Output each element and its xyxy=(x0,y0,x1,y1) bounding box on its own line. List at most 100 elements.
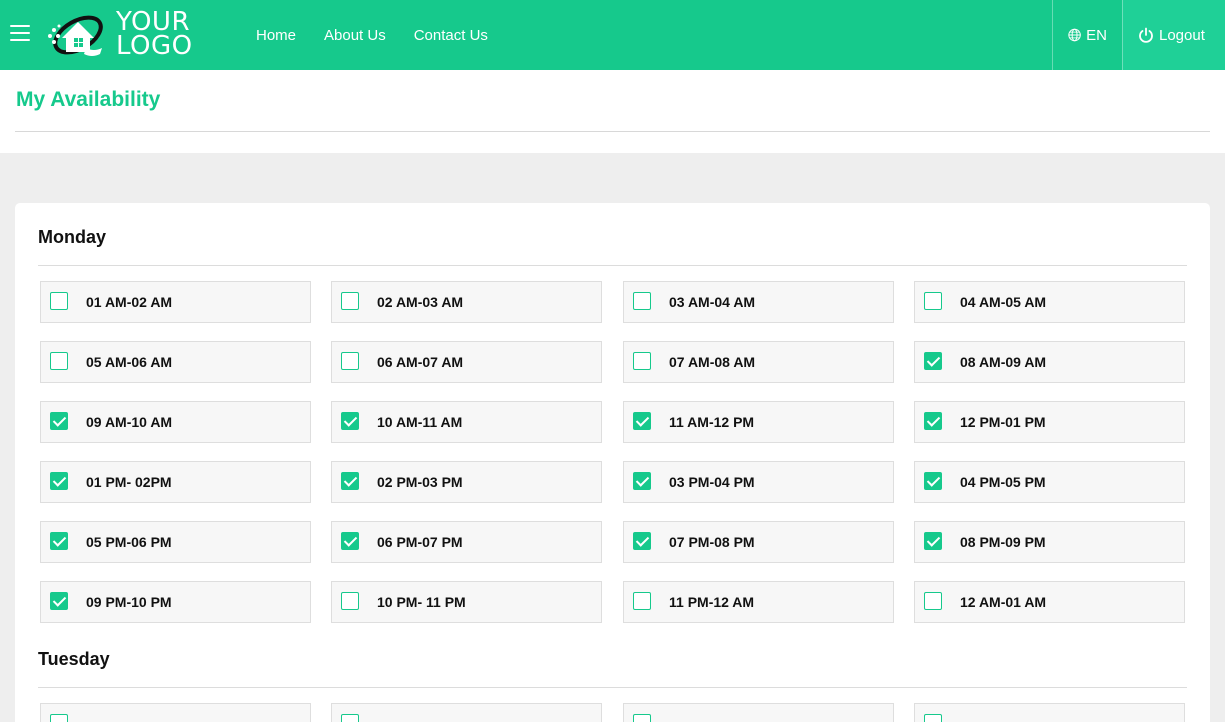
time-slot[interactable]: 06 AM-07 AM xyxy=(331,341,602,383)
header-tools: EN Logout xyxy=(1052,0,1225,70)
time-slot[interactable]: 06 PM-07 PM xyxy=(331,521,602,563)
time-slot[interactable]: 03 PM-04 PM xyxy=(623,461,894,503)
slot-label: 12 PM-01 PM xyxy=(960,414,1046,430)
slot-label: 01 AM-02 AM xyxy=(86,294,173,310)
globe-icon xyxy=(1068,28,1081,42)
slot-label: 05 AM-06 AM xyxy=(86,354,173,370)
time-slot[interactable]: 09 AM-10 AM xyxy=(40,401,311,443)
time-slot[interactable]: 10 AM-11 AM xyxy=(331,401,602,443)
slot-label: 04 PM-05 PM xyxy=(960,474,1046,490)
slot-checkbox[interactable] xyxy=(50,352,68,370)
language-label: EN xyxy=(1086,26,1107,44)
slot-label: 08 PM-09 PM xyxy=(960,534,1046,550)
slot-label: 11 AM-12 PM xyxy=(669,414,755,430)
availability-card: Monday 01 AM-02 AM 02 AM-03 AM 03 AM-04 AM 0… xyxy=(15,203,1210,722)
slot-checkbox[interactable] xyxy=(341,412,359,430)
slot-checkbox[interactable] xyxy=(50,532,68,550)
slot-checkbox[interactable] xyxy=(633,592,651,610)
slot-checkbox[interactable] xyxy=(341,532,359,550)
time-slot[interactable]: 05 AM-06 AM xyxy=(40,341,311,383)
time-slot[interactable]: 01 PM- 02PM xyxy=(40,461,311,503)
slot-checkbox[interactable] xyxy=(633,412,651,430)
slot-label: 05 PM-06 PM xyxy=(86,534,172,550)
slot-checkbox[interactable] xyxy=(341,292,359,310)
slot-checkbox[interactable] xyxy=(924,592,942,610)
slot-label: 10 AM-11 AM xyxy=(377,414,463,430)
time-slot[interactable] xyxy=(623,703,894,722)
power-icon xyxy=(1139,27,1153,43)
slot-checkbox[interactable] xyxy=(633,714,651,722)
slot-checkbox[interactable] xyxy=(50,592,68,610)
slot-label: 08 AM-09 AM xyxy=(960,354,1047,370)
slot-checkbox[interactable] xyxy=(633,472,651,490)
time-slot[interactable] xyxy=(40,703,311,722)
logo[interactable]: YOUR LOGO xyxy=(44,8,193,60)
time-slot[interactable] xyxy=(331,703,602,722)
time-slot[interactable]: 04 PM-05 PM xyxy=(914,461,1185,503)
slot-label: 09 PM-10 PM xyxy=(86,594,172,610)
time-slot[interactable]: 09 PM-10 PM xyxy=(40,581,311,623)
slot-checkbox[interactable] xyxy=(633,352,651,370)
slot-label: 11 PM-12 AM xyxy=(669,594,755,610)
page-header: My Availability xyxy=(0,70,1225,153)
page-title: My Availability xyxy=(16,88,161,111)
slot-label: 07 AM-08 AM xyxy=(669,354,756,370)
hamburger-menu-icon[interactable] xyxy=(10,25,30,43)
slot-checkbox[interactable] xyxy=(50,472,68,490)
slot-checkbox[interactable] xyxy=(924,412,942,430)
slot-checkbox[interactable] xyxy=(924,714,942,722)
slot-checkbox[interactable] xyxy=(633,292,651,310)
nav-home-link[interactable]: Home xyxy=(256,27,296,44)
slot-checkbox[interactable] xyxy=(341,352,359,370)
day-title-tuesday: Tuesday xyxy=(38,649,110,669)
time-slot[interactable]: 08 PM-09 PM xyxy=(914,521,1185,563)
time-slot[interactable]: 01 AM-02 AM xyxy=(40,281,311,323)
slot-checkbox[interactable] xyxy=(50,714,68,722)
slot-label: 07 PM-08 PM xyxy=(669,534,755,550)
title-divider xyxy=(15,131,1210,132)
main-nav: Home About Us Contact Us xyxy=(256,0,516,70)
slot-checkbox[interactable] xyxy=(50,412,68,430)
slot-label: 10 PM- 11 PM xyxy=(377,594,466,610)
slot-label: 04 AM-05 AM xyxy=(960,294,1047,310)
time-slot[interactable]: 04 AM-05 AM xyxy=(914,281,1185,323)
slot-checkbox[interactable] xyxy=(341,592,359,610)
time-slot[interactable]: 12 AM-01 AM xyxy=(914,581,1185,623)
time-slot[interactable] xyxy=(914,703,1185,722)
language-selector[interactable]: EN xyxy=(1052,0,1122,70)
slot-checkbox[interactable] xyxy=(633,532,651,550)
slot-label: 12 AM-01 AM xyxy=(960,594,1047,610)
time-slot[interactable]: 12 PM-01 PM xyxy=(914,401,1185,443)
time-slot[interactable]: 05 PM-06 PM xyxy=(40,521,311,563)
slot-label: 06 PM-07 PM xyxy=(377,534,463,550)
time-slot[interactable]: 11 AM-12 PM xyxy=(623,401,894,443)
nav-about-us-link[interactable]: About Us xyxy=(324,27,386,44)
time-slot[interactable]: 11 PM-12 AM xyxy=(623,581,894,623)
nav-contact-us-link[interactable]: Contact Us xyxy=(414,27,488,44)
time-slot[interactable]: 10 PM- 11 PM xyxy=(331,581,602,623)
logout-label: Logout xyxy=(1159,26,1205,44)
time-slot[interactable]: 08 AM-09 AM xyxy=(914,341,1185,383)
slot-label: 02 PM-03 PM xyxy=(377,474,463,490)
slot-checkbox[interactable] xyxy=(924,532,942,550)
logout-button[interactable]: Logout xyxy=(1122,0,1225,70)
slot-checkbox[interactable] xyxy=(924,472,942,490)
time-slot[interactable]: 02 AM-03 AM xyxy=(331,281,602,323)
slot-label: 01 PM- 02PM xyxy=(86,474,172,490)
time-slot[interactable]: 03 AM-04 AM xyxy=(623,281,894,323)
slot-label: 02 AM-03 AM xyxy=(377,294,464,310)
slot-checkbox[interactable] xyxy=(341,472,359,490)
slot-checkbox[interactable] xyxy=(50,292,68,310)
slot-checkbox[interactable] xyxy=(924,352,942,370)
logo-line-2: LOGO xyxy=(116,31,193,61)
slot-checkbox[interactable] xyxy=(924,292,942,310)
slot-checkbox[interactable] xyxy=(341,714,359,722)
logo-house-icon xyxy=(48,15,103,56)
time-slot[interactable]: 07 AM-08 AM xyxy=(623,341,894,383)
time-slot[interactable]: 07 PM-08 PM xyxy=(623,521,894,563)
slot-label: 06 AM-07 AM xyxy=(377,354,464,370)
day-title-monday: Monday xyxy=(38,227,107,247)
time-slot[interactable]: 02 PM-03 PM xyxy=(331,461,602,503)
day-divider xyxy=(38,265,1187,266)
day-divider xyxy=(38,687,1187,688)
